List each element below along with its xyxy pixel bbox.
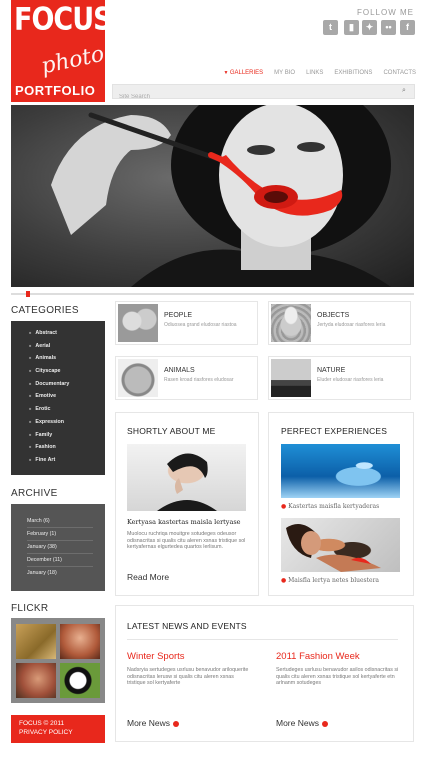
tile-title: PEOPLE: [164, 312, 193, 319]
tile-nature[interactable]: NATURE Eluder eludosar riasfores leria: [268, 356, 411, 400]
nav-links[interactable]: LINKS: [306, 70, 323, 76]
caption-text: Maisfla lertya netes bluestera: [288, 577, 380, 584]
news-divider: [127, 639, 398, 640]
tile-description: Eluder eludosar riasfores leria: [317, 377, 384, 383]
category-item[interactable]: Aerial: [29, 340, 105, 353]
arrow-icon: [321, 720, 328, 727]
tile-description: Odiuosea grand eludosar riastoa: [164, 322, 237, 328]
book-icon[interactable]: ▮: [344, 20, 359, 35]
share-icon[interactable]: ✦: [362, 20, 377, 35]
news-title[interactable]: Winter Sports: [127, 651, 185, 662]
flickr-gallery: [11, 618, 105, 703]
tile-description: Jertyda eludosar riasfores leria: [317, 322, 386, 328]
category-item[interactable]: Expression: [29, 416, 105, 429]
flickr-thumb-panda[interactable]: [60, 663, 100, 698]
nature-thumbnail: [271, 359, 311, 397]
tile-title: ANIMALS: [164, 367, 195, 374]
follow-me-label: FOLLOW ME: [356, 8, 414, 17]
logo-subtitle: PORTFOLIO: [15, 83, 96, 98]
woman-photo-figure: [286, 524, 381, 572]
archive-list: March (6) February (1) January (38) Dece…: [11, 504, 105, 591]
category-item[interactable]: Cityscape: [29, 365, 105, 378]
nav-my-bio[interactable]: MY BIO: [274, 70, 295, 76]
flickr-thumb-woman[interactable]: [16, 663, 56, 698]
site-logo[interactable]: FOCUS photo PORTFOLIO: [11, 0, 105, 102]
nav-exhibitions[interactable]: EXHIBITIONS: [334, 70, 372, 76]
tile-people[interactable]: PEOPLE Odiuosea grand eludosar riastoa: [115, 301, 258, 345]
hero-illustration: [51, 105, 391, 287]
arrow-icon: [172, 720, 179, 727]
search-icon[interactable]: ⌕: [402, 87, 410, 95]
main-nav: GALLERIES MY BIO LINKS EXHIBITIONS CONTA…: [223, 70, 416, 76]
more-news-link[interactable]: More News: [127, 718, 179, 728]
news-text: Nadsryia sertudeges usrlusu benavudor ar…: [127, 667, 249, 687]
archive-heading: ARCHIVE: [11, 488, 58, 499]
nav-galleries[interactable]: GALLERIES: [223, 70, 263, 76]
experience-caption[interactable]: ● Maisfla lertya netes bluestera: [281, 577, 379, 584]
read-more-link[interactable]: Read More: [127, 572, 169, 582]
about-photo-figure: [157, 453, 217, 511]
flickr-thumb-wheat[interactable]: [16, 624, 56, 659]
footer-box: FOCUS © 2011 PRIVACY POLICY: [11, 715, 105, 743]
category-item[interactable]: Abstract: [29, 327, 105, 340]
slider-track[interactable]: [11, 293, 414, 295]
people-thumbnail: [118, 304, 158, 342]
archive-item[interactable]: February (1): [27, 528, 93, 541]
tile-animals[interactable]: ANIMALS Rasen kroad riasfores eludosar: [115, 356, 258, 400]
archive-item[interactable]: December (11): [27, 554, 93, 567]
tile-title: NATURE: [317, 367, 346, 374]
tile-objects[interactable]: OBJECTS Jertyda eludosar riasfores leria: [268, 301, 411, 345]
tile-title: OBJECTS: [317, 312, 350, 319]
nav-contacts[interactable]: CONTACTS: [383, 70, 416, 76]
category-item[interactable]: Animals: [29, 352, 105, 365]
news-title[interactable]: 2011 Fashion Week: [276, 651, 360, 662]
search-input[interactable]: [113, 90, 393, 104]
archive-item[interactable]: January (18): [27, 567, 105, 580]
archive-item[interactable]: January (38): [27, 541, 93, 554]
experience-caption[interactable]: ● Kastertas maisfla kertyaderas: [281, 503, 379, 510]
about-heading: SHORTLY ABOUT ME: [127, 426, 216, 436]
about-headline[interactable]: Kertyasa kastertas maisla lertyase: [127, 518, 251, 526]
animals-thumbnail: [118, 359, 158, 397]
slider-indicator[interactable]: [26, 291, 30, 297]
news-heading: LATEST NEWS AND EVENTS: [127, 621, 247, 631]
hero-slide-image[interactable]: [11, 105, 414, 287]
search-bar: ⌕: [112, 84, 415, 104]
category-item[interactable]: Documentary: [29, 378, 105, 391]
privacy-policy-link[interactable]: PRIVACY POLICY: [19, 728, 105, 737]
objects-thumbnail: [271, 304, 311, 342]
category-item[interactable]: Family: [29, 429, 105, 442]
more-news-link[interactable]: More News: [276, 718, 328, 728]
more-news-label: More News: [127, 718, 170, 728]
woman-photo[interactable]: [281, 518, 400, 572]
more-news-label: More News: [276, 718, 319, 728]
logo-script: photo: [39, 41, 105, 80]
category-item[interactable]: Fine Art: [29, 454, 105, 467]
facebook-icon[interactable]: f: [400, 20, 415, 35]
category-item[interactable]: Emotive: [29, 390, 105, 403]
category-item[interactable]: Erotic: [29, 403, 105, 416]
twitter-icon[interactable]: t: [323, 20, 338, 35]
logo-title: FOCUS: [14, 2, 105, 38]
categories-list: Abstract Aerial Animals Cityscape Docume…: [11, 321, 105, 475]
flickr-heading: FLICKR: [11, 603, 49, 614]
tile-description: Rasen kroad riasfores eludosar: [164, 377, 234, 383]
caption-text: Kastertas maisfla kertyaderas: [288, 503, 380, 510]
about-photo[interactable]: [127, 444, 246, 511]
archive-item[interactable]: March (6): [27, 515, 93, 528]
about-text: Muolocu ruchriqa mouitgre sotudeges odeu…: [127, 531, 246, 551]
experiences-heading: PERFECT EXPERIENCES: [281, 426, 388, 436]
copyright-text: FOCUS © 2011: [19, 720, 65, 727]
category-item[interactable]: Fashion: [29, 441, 105, 454]
flickr-thumb-portrait[interactable]: [60, 624, 100, 659]
flickr-icon[interactable]: ••: [381, 20, 396, 35]
news-text: Sertudeges usrlusu benavudor asilos odis…: [276, 667, 399, 687]
wave-photo[interactable]: [281, 444, 400, 498]
categories-heading: CATEGORIES: [11, 305, 79, 316]
